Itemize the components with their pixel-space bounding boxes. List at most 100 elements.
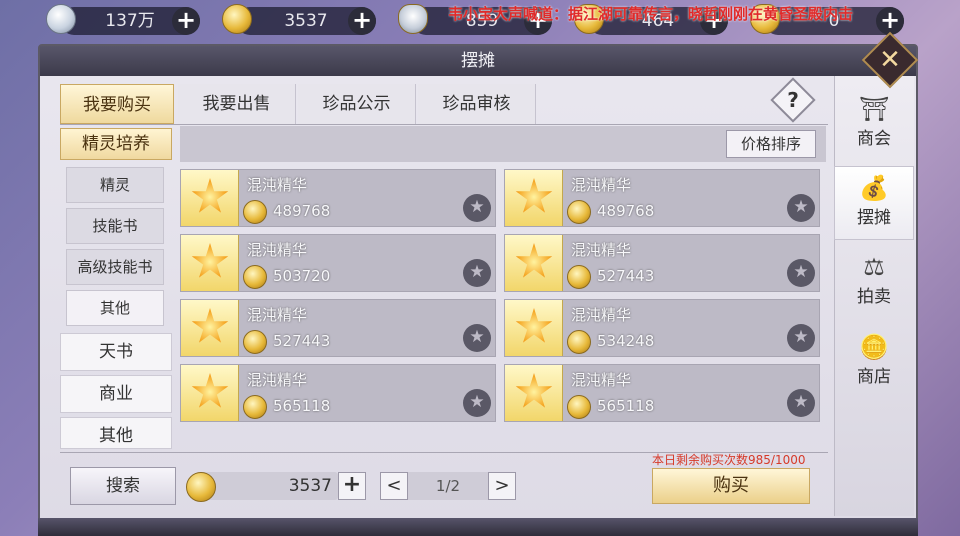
item-name: 混沌精华 — [247, 306, 308, 324]
list-item[interactable]: 混沌精华 527443 ★ — [180, 299, 496, 357]
favorite-star-icon[interactable]: ★ — [787, 324, 815, 352]
category-commerce[interactable]: 商业 — [60, 375, 172, 413]
item-price: 534248 — [597, 332, 655, 350]
chaos-essence-icon — [515, 373, 553, 408]
balance-display: 3537 — [196, 472, 338, 500]
category-header[interactable]: 精灵培养 — [60, 128, 172, 160]
item-thumbnail — [505, 235, 563, 291]
add-gold-button[interactable]: + — [348, 7, 376, 35]
gold-coin-icon — [243, 200, 267, 224]
item-thumbnail — [505, 365, 563, 421]
buy-button[interactable]: 购买 — [652, 468, 810, 504]
sidenav-item-merchant-guild[interactable]: ⛩ 商会 — [834, 88, 914, 162]
item-price: 565118 — [597, 397, 655, 415]
favorite-star-icon[interactable]: ★ — [463, 389, 491, 417]
category-advanced-skill-book[interactable]: 高级技能书 — [66, 249, 164, 285]
silver-ingot-icon — [398, 4, 428, 34]
list-item[interactable]: 混沌精华 565118 ★ — [504, 364, 820, 422]
tab-treasure-review[interactable]: 珍品审核 — [418, 84, 536, 124]
remaining-purchases-text: 本日剩余购买次数985/1000 — [652, 453, 806, 467]
shop-ingot-icon: 🪙 — [859, 333, 889, 361]
category-spirit[interactable]: 精灵 — [66, 167, 164, 203]
search-button[interactable]: 搜索 — [70, 467, 176, 505]
gold-coin-icon — [243, 330, 267, 354]
item-name: 混沌精华 — [247, 371, 308, 389]
page-indicator: 1/2 — [408, 472, 488, 500]
auction-icon: ⚖ — [863, 253, 885, 281]
category-misc[interactable]: 其他 — [60, 417, 172, 449]
favorite-star-icon[interactable]: ★ — [787, 259, 815, 287]
item-price: 489768 — [273, 202, 331, 220]
category-other[interactable]: 其他 — [66, 290, 164, 326]
item-price: 565118 — [273, 397, 331, 415]
sidenav-item-stall[interactable]: 💰 摆摊 — [834, 166, 914, 240]
system-broadcast-marquee: 韦小宝大声喊道：据江湖可靠传言，晓哲刚刚在黄昏圣殿内击 — [448, 5, 854, 23]
item-name: 混沌精华 — [247, 176, 308, 194]
sidenav-item-shop[interactable]: 🪙 商店 — [834, 326, 914, 400]
item-name: 混沌精华 — [571, 306, 632, 324]
item-price: 503720 — [273, 267, 331, 285]
chaos-essence-icon — [515, 308, 553, 343]
gold-coin-icon — [567, 395, 591, 419]
stall-bag-icon: 💰 — [859, 174, 889, 202]
favorite-star-icon[interactable]: ★ — [463, 324, 491, 352]
sidenav-label: 商店 — [857, 367, 891, 387]
item-price: 527443 — [597, 267, 655, 285]
question-icon: ? — [787, 88, 799, 112]
item-name: 混沌精华 — [571, 176, 632, 194]
list-item[interactable]: 混沌精华 489768 ★ — [180, 169, 496, 227]
currency-bar: 137万 + 3537 + 859 + 464 + 0 + 韦小宝大声喊道：据江… — [0, 0, 960, 42]
chaos-essence-icon — [515, 243, 553, 278]
category-skill-book[interactable]: 技能书 — [66, 208, 164, 244]
sidenav-label: 商会 — [857, 129, 891, 149]
item-thumbnail — [181, 170, 239, 226]
chaos-essence-icon — [191, 178, 229, 213]
tab-treasure-notice[interactable]: 珍品公示 — [298, 84, 416, 124]
tab-buy[interactable]: 我要购买 — [60, 84, 174, 124]
favorite-star-icon[interactable]: ★ — [787, 389, 815, 417]
tab-sell[interactable]: 我要出售 — [178, 84, 296, 124]
next-page-button[interactable]: > — [488, 472, 516, 500]
list-item[interactable]: 混沌精华 503720 ★ — [180, 234, 496, 292]
gold-coin-icon — [567, 265, 591, 289]
sidenav-label: 摆摊 — [857, 208, 891, 228]
item-thumbnail — [181, 235, 239, 291]
close-icon: ✕ — [879, 45, 901, 75]
gold-coin-icon — [222, 4, 252, 34]
tab-divider — [60, 124, 828, 125]
currency-value: 3537 — [284, 11, 328, 31]
list-item[interactable]: 混沌精华 565118 ★ — [180, 364, 496, 422]
gold-coin-icon — [567, 330, 591, 354]
favorite-star-icon[interactable]: ★ — [787, 194, 815, 222]
chaos-essence-icon — [191, 373, 229, 408]
item-thumbnail — [505, 170, 563, 226]
chaos-essence-icon — [515, 178, 553, 213]
add-money-button[interactable]: + — [338, 472, 366, 500]
prev-page-button[interactable]: < — [380, 472, 408, 500]
item-thumbnail — [181, 300, 239, 356]
favorite-star-icon[interactable]: ★ — [463, 259, 491, 287]
category-heavenly-book[interactable]: 天书 — [60, 333, 172, 371]
item-thumbnail — [181, 365, 239, 421]
window-bottom-border — [38, 518, 918, 536]
gold-coin-icon — [243, 265, 267, 289]
sidenav-label: 拍卖 — [857, 287, 891, 307]
sidenav-item-auction[interactable]: ⚖ 拍卖 — [834, 246, 914, 320]
gold-coin-icon — [243, 395, 267, 419]
item-name: 混沌精华 — [571, 371, 632, 389]
merchant-guild-icon: ⛩ — [859, 95, 890, 123]
silver-coin-icon — [46, 4, 76, 34]
gold-coin-icon — [186, 472, 216, 502]
currency-value: 137万 — [105, 11, 155, 31]
favorite-star-icon[interactable]: ★ — [463, 194, 491, 222]
price-sort-button[interactable]: 价格排序 — [726, 130, 816, 158]
list-item[interactable]: 混沌精华 489768 ★ — [504, 169, 820, 227]
item-price: 489768 — [597, 202, 655, 220]
chaos-essence-icon — [191, 308, 229, 343]
item-price: 527443 — [273, 332, 331, 350]
add-silver-button[interactable]: + — [172, 7, 200, 35]
list-item[interactable]: 混沌精华 534248 ★ — [504, 299, 820, 357]
chaos-essence-icon — [191, 243, 229, 278]
window-title: 摆摊 — [40, 46, 916, 76]
list-item[interactable]: 混沌精华 527443 ★ — [504, 234, 820, 292]
